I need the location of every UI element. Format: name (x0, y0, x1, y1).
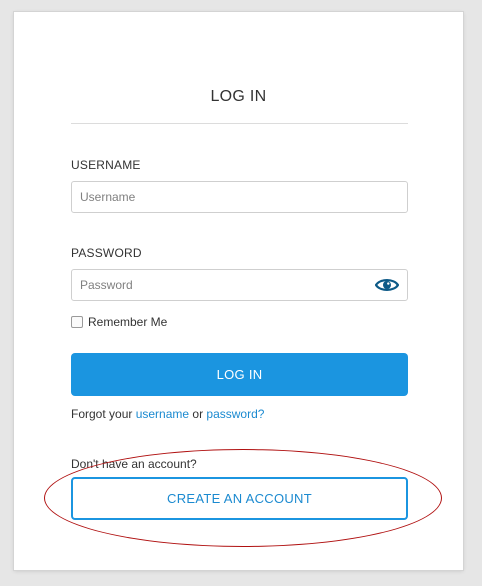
password-label: PASSWORD (71, 246, 142, 260)
remember-me-label[interactable]: Remember Me (88, 315, 167, 329)
remember-me-checkbox[interactable] (71, 316, 83, 328)
forgot-password-link[interactable]: password? (206, 407, 264, 421)
forgot-prefix: Forgot your (71, 407, 136, 421)
forgot-credentials-text: Forgot your username or password? (71, 407, 264, 421)
forgot-username-link[interactable]: username (136, 407, 189, 421)
title-divider (71, 123, 408, 124)
login-button[interactable]: LOG IN (71, 353, 408, 396)
eye-icon[interactable] (374, 277, 400, 293)
forgot-middle: or (189, 407, 207, 421)
page-title: LOG IN (210, 88, 267, 105)
login-card: LOG IN USERNAME PASSWORD Remember Me LOG… (14, 12, 463, 570)
username-field[interactable] (71, 181, 408, 213)
signup-prompt: Don't have an account? (71, 457, 197, 471)
username-label: USERNAME (71, 158, 141, 172)
password-field[interactable] (71, 269, 408, 301)
create-account-button[interactable]: CREATE AN ACCOUNT (71, 477, 408, 520)
